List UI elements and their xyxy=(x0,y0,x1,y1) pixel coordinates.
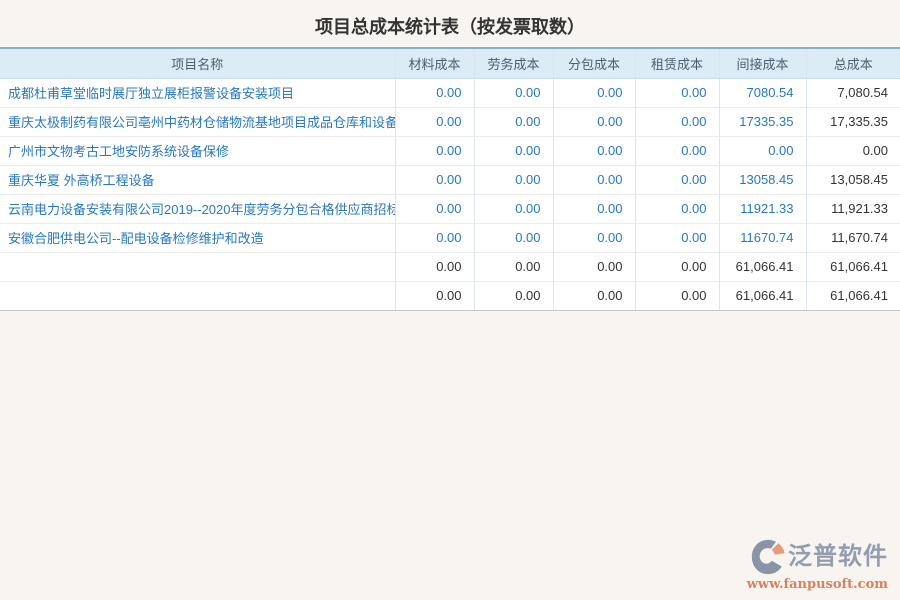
cost-value[interactable]: 0.00 xyxy=(553,165,635,194)
column-header-project-name: 项目名称 xyxy=(0,48,395,78)
cost-value[interactable]: 11921.33 xyxy=(719,194,806,223)
table-row: 重庆太极制药有限公司亳州中药材仓储物流基地项目成品仓库和设备0.000.000.… xyxy=(0,107,900,136)
summary-name-cell xyxy=(0,281,395,310)
cost-value[interactable]: 0.00 xyxy=(553,78,635,107)
cost-value: 61,066.41 xyxy=(806,252,900,281)
cost-value: 13,058.45 xyxy=(806,165,900,194)
cost-value[interactable]: 11670.74 xyxy=(719,223,806,252)
column-header-cost: 劳务成本 xyxy=(474,48,553,78)
cost-value[interactable]: 0.00 xyxy=(395,78,474,107)
cost-value: 0.00 xyxy=(553,252,635,281)
cost-value[interactable]: 0.00 xyxy=(553,194,635,223)
table-row: 广州市文物考古工地安防系统设备保修0.000.000.000.000.000.0… xyxy=(0,136,900,165)
cost-value: 17,335.35 xyxy=(806,107,900,136)
table-row: 重庆华夏 外高桥工程设备0.000.000.000.0013058.4513,0… xyxy=(0,165,900,194)
cost-value[interactable]: 0.00 xyxy=(395,107,474,136)
fanpu-brand-top: 泛普软件 xyxy=(747,538,888,576)
cost-value: 0.00 xyxy=(474,281,553,310)
project-name-link[interactable]: 云南电力设备安装有限公司2019--2020年度劳务分包合格供应商招标 xyxy=(0,194,395,223)
cost-value[interactable]: 0.00 xyxy=(474,165,553,194)
cost-value[interactable]: 0.00 xyxy=(395,165,474,194)
table-row: 安徽合肥供电公司--配电设备检修维护和改造0.000.000.000.00116… xyxy=(0,223,900,252)
fanpu-brand-name: 泛普软件 xyxy=(788,545,888,569)
cost-value: 0.00 xyxy=(553,281,635,310)
table-row: 云南电力设备安装有限公司2019--2020年度劳务分包合格供应商招标0.000… xyxy=(0,194,900,223)
cost-value[interactable]: 17335.35 xyxy=(719,107,806,136)
cost-value[interactable]: 0.00 xyxy=(635,136,719,165)
fanpu-logo-icon xyxy=(749,538,787,576)
table-header-row: 项目名称材料成本劳务成本分包成本租赁成本间接成本总成本 xyxy=(0,48,900,78)
cost-value: 0.00 xyxy=(395,252,474,281)
table-row: 成都杜甫草堂临时展厅独立展柜报警设备安装项目0.000.000.000.0070… xyxy=(0,78,900,107)
cost-value[interactable]: 0.00 xyxy=(395,136,474,165)
cost-value[interactable]: 0.00 xyxy=(395,194,474,223)
project-name-link[interactable]: 重庆华夏 外高桥工程设备 xyxy=(0,165,395,194)
column-header-cost: 租赁成本 xyxy=(635,48,719,78)
column-header-cost: 分包成本 xyxy=(553,48,635,78)
summary-row: 0.000.000.000.0061,066.4161,066.41 xyxy=(0,252,900,281)
cost-value: 0.00 xyxy=(395,281,474,310)
cost-value[interactable]: 0.00 xyxy=(635,194,719,223)
column-header-cost: 材料成本 xyxy=(395,48,474,78)
project-cost-table: 项目名称材料成本劳务成本分包成本租赁成本间接成本总成本 成都杜甫草堂临时展厅独立… xyxy=(0,47,900,311)
cost-value[interactable]: 0.00 xyxy=(635,223,719,252)
cost-value: 11,670.74 xyxy=(806,223,900,252)
project-name-link[interactable]: 成都杜甫草堂临时展厅独立展柜报警设备安装项目 xyxy=(0,78,395,107)
cost-value: 11,921.33 xyxy=(806,194,900,223)
fanpu-brand: 泛普软件 www.fanpusoft.com xyxy=(747,538,888,592)
project-name-link[interactable]: 重庆太极制药有限公司亳州中药材仓储物流基地项目成品仓库和设备 xyxy=(0,107,395,136)
cost-value: 7,080.54 xyxy=(806,78,900,107)
cost-value[interactable]: 0.00 xyxy=(719,136,806,165)
cost-value[interactable]: 0.00 xyxy=(553,107,635,136)
fanpu-website-url: www.fanpusoft.com xyxy=(747,577,888,592)
cost-value: 61,066.41 xyxy=(719,281,806,310)
cost-value[interactable]: 0.00 xyxy=(553,136,635,165)
cost-value: 0.00 xyxy=(635,252,719,281)
summary-name-cell xyxy=(0,252,395,281)
page-title: 项目总成本统计表（按发票取数） xyxy=(0,0,900,47)
cost-value[interactable]: 0.00 xyxy=(474,223,553,252)
cost-value[interactable]: 0.00 xyxy=(395,223,474,252)
cost-value: 61,066.41 xyxy=(806,281,900,310)
summary-row: 0.000.000.000.0061,066.4161,066.41 xyxy=(0,281,900,310)
cost-value[interactable]: 0.00 xyxy=(553,223,635,252)
column-header-cost: 间接成本 xyxy=(719,48,806,78)
cost-value: 61,066.41 xyxy=(719,252,806,281)
project-name-link[interactable]: 安徽合肥供电公司--配电设备检修维护和改造 xyxy=(0,223,395,252)
cost-value[interactable]: 0.00 xyxy=(474,194,553,223)
cost-value: 0.00 xyxy=(474,252,553,281)
cost-value[interactable]: 0.00 xyxy=(474,78,553,107)
project-name-link[interactable]: 广州市文物考古工地安防系统设备保修 xyxy=(0,136,395,165)
cost-value[interactable]: 7080.54 xyxy=(719,78,806,107)
cost-value[interactable]: 13058.45 xyxy=(719,165,806,194)
cost-value[interactable]: 0.00 xyxy=(635,165,719,194)
cost-value[interactable]: 0.00 xyxy=(635,78,719,107)
cost-value[interactable]: 0.00 xyxy=(635,107,719,136)
cost-value: 0.00 xyxy=(635,281,719,310)
cost-value[interactable]: 0.00 xyxy=(474,107,553,136)
cost-value: 0.00 xyxy=(806,136,900,165)
cost-value[interactable]: 0.00 xyxy=(474,136,553,165)
column-header-cost: 总成本 xyxy=(806,48,900,78)
